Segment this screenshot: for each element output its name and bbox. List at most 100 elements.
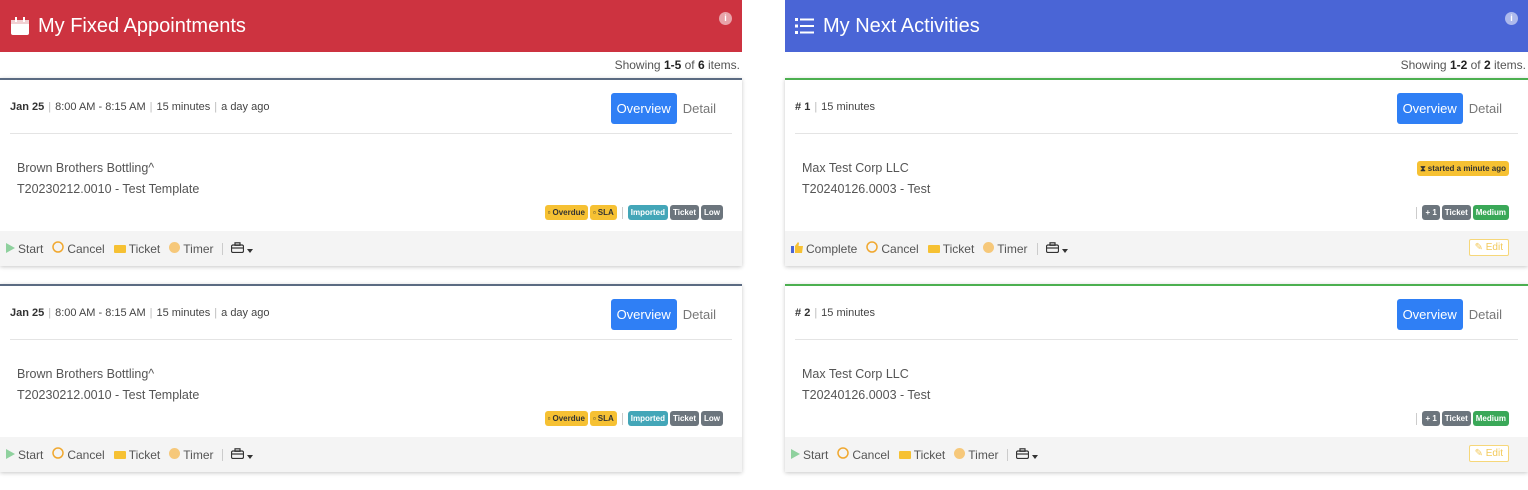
divider xyxy=(795,339,1518,340)
info-icon[interactable]: i xyxy=(719,12,732,25)
fixed-appointments-panel: My Fixed Appointments i Showing 1-5 of 6… xyxy=(0,0,742,490)
company-name: Brown Brothers Bottling^ xyxy=(17,367,155,381)
ticket-button[interactable]: Ticket xyxy=(898,448,945,462)
start-button[interactable]: Start xyxy=(6,242,43,256)
appointment-time: 8:00 AM - 8:15 AM xyxy=(55,306,146,319)
badge-group: + 1 Ticket Medium xyxy=(1413,205,1509,220)
appointment-duration: 15 minutes xyxy=(156,100,211,113)
clock-icon xyxy=(983,241,995,256)
ticket-button[interactable]: Ticket xyxy=(113,448,160,462)
divider xyxy=(621,412,623,425)
card-actions: Start Cancel Ticket Timer xyxy=(0,231,742,266)
ticket-badge: Ticket xyxy=(1441,411,1471,426)
company-name: Max Test Corp LLC xyxy=(802,161,909,175)
pagination-summary: Showing 1-5 of 6 items. xyxy=(614,58,740,72)
cancel-icon xyxy=(52,241,65,256)
tab-detail[interactable]: Detail xyxy=(1463,299,1508,330)
ticket-button[interactable]: Ticket xyxy=(113,242,160,256)
tab-detail[interactable]: Detail xyxy=(677,299,722,330)
next-activities-header: My Next Activities i xyxy=(785,0,1528,52)
ticket-link[interactable]: T20240126.0003 - Test xyxy=(802,179,930,200)
edit-button[interactable]: ✎ Edit xyxy=(1468,445,1509,462)
more-actions-dropdown[interactable] xyxy=(1045,241,1068,256)
card-actions: Start Cancel Ticket Timer ✎ Edit xyxy=(785,437,1528,472)
divider xyxy=(222,242,224,255)
card-actions: Start Cancel Ticket Timer xyxy=(0,437,742,472)
tab-overview[interactable]: Overview xyxy=(1396,93,1463,124)
more-actions-dropdown[interactable] xyxy=(231,447,254,462)
appointment-duration: 15 minutes xyxy=(156,306,211,319)
ticket-link[interactable]: T20230212.0010 - Test Template xyxy=(17,385,199,406)
card-body: Brown Brothers Bottling^ T20230212.0010 … xyxy=(17,158,199,200)
start-button[interactable]: Start xyxy=(6,448,43,462)
card-body: Max Test Corp LLC T20240126.0003 - Test xyxy=(802,364,930,406)
sla-badge: ▫ SLA xyxy=(589,205,617,220)
tab-overview[interactable]: Overview xyxy=(1396,299,1463,330)
activity-duration: 15 minutes xyxy=(821,100,875,113)
timer-button[interactable]: Timer xyxy=(169,241,213,256)
edit-icon: ✎ xyxy=(1474,242,1483,253)
divider xyxy=(1416,206,1418,219)
timer-button[interactable]: Timer xyxy=(169,447,213,462)
ticket-badge: Ticket xyxy=(670,205,699,220)
ticket-link[interactable]: T20230212.0010 - Test Template xyxy=(17,179,199,200)
priority-badge: Medium xyxy=(1472,205,1509,220)
hourglass-icon: ⧗ xyxy=(1420,164,1426,173)
caret-down-icon xyxy=(247,242,254,256)
timer-button[interactable]: Timer xyxy=(954,447,998,462)
ticket-icon xyxy=(113,242,126,256)
panel-title: My Fixed Appointments xyxy=(38,14,246,37)
divider xyxy=(10,339,732,340)
thumbs-up-icon xyxy=(791,241,803,256)
ticket-link[interactable]: T20240126.0003 - Test xyxy=(802,385,930,406)
priority-badge: Low xyxy=(701,411,723,426)
badge-group: ▫ Overdue ▫ SLA Imported Ticket Low xyxy=(544,205,723,220)
appointment-date: Jan 25 xyxy=(10,100,45,113)
ticket-button[interactable]: Ticket xyxy=(927,242,974,256)
calendar-icon: ▫ xyxy=(592,208,596,217)
count-badge: + 1 xyxy=(1422,205,1440,220)
tab-overview[interactable]: Overview xyxy=(610,93,677,124)
calendar-icon xyxy=(10,16,30,36)
card-header: # 2 | 15 minutes Overview Detail xyxy=(785,286,1528,339)
card-actions: Complete Cancel Ticket Timer ✎ Edit xyxy=(785,231,1528,266)
card-body: Max Test Corp LLC T20240126.0003 - Test xyxy=(802,158,930,200)
edit-button[interactable]: ✎ Edit xyxy=(1468,239,1509,256)
divider xyxy=(222,448,224,461)
briefcase-icon xyxy=(231,447,245,462)
appointment-card: Jan 25 | 8:00 AM - 8:15 AM | 15 minutes | a da… xyxy=(0,78,742,266)
cancel-button[interactable]: Cancel xyxy=(52,241,105,256)
cancel-button[interactable]: Cancel xyxy=(52,447,105,462)
cancel-icon xyxy=(52,447,65,462)
divider xyxy=(621,206,623,219)
timer-button[interactable]: Timer xyxy=(983,241,1028,256)
clock-icon xyxy=(169,447,181,462)
activity-number: 2 xyxy=(804,306,811,319)
activity-card: # 1 | 15 minutes Overview Detail Max Test … xyxy=(785,78,1528,266)
caret-down-icon xyxy=(247,448,254,462)
calendar-icon: ▫ xyxy=(592,414,596,423)
clock-icon xyxy=(169,241,181,256)
ticket-badge: Ticket xyxy=(1441,205,1471,220)
card-header: # 1 | 15 minutes Overview Detail xyxy=(785,80,1528,133)
divider xyxy=(1007,448,1009,461)
cancel-button[interactable]: Cancel xyxy=(866,241,919,256)
activity-number: 1 xyxy=(804,100,811,113)
info-icon[interactable]: i xyxy=(1505,12,1518,25)
edit-icon: ✎ xyxy=(1474,448,1483,459)
more-actions-dropdown[interactable] xyxy=(231,241,254,256)
complete-button[interactable]: Complete xyxy=(791,241,857,256)
count-badge: + 1 xyxy=(1422,411,1440,426)
divider xyxy=(795,133,1518,134)
cancel-button[interactable]: Cancel xyxy=(837,447,890,462)
briefcase-icon xyxy=(1016,447,1030,462)
priority-badge: Low xyxy=(701,205,723,220)
tab-overview[interactable]: Overview xyxy=(610,299,677,330)
tab-detail[interactable]: Detail xyxy=(677,93,722,124)
start-button[interactable]: Start xyxy=(791,448,828,462)
list-icon xyxy=(795,17,815,35)
ticket-badge: Ticket xyxy=(670,411,699,426)
ticket-icon xyxy=(898,448,911,462)
more-actions-dropdown[interactable] xyxy=(1016,447,1039,462)
tab-detail[interactable]: Detail xyxy=(1463,93,1508,124)
